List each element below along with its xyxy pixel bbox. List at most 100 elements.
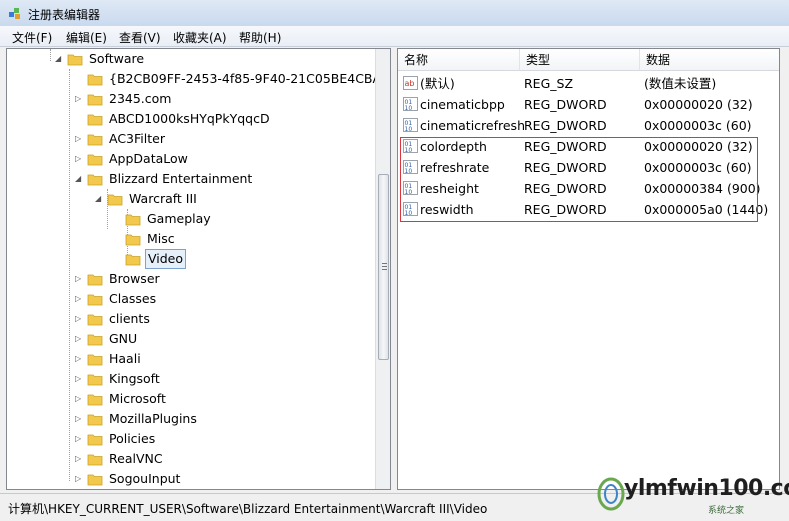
highlight-annotation-box <box>400 137 758 222</box>
value-row[interactable]: 01 10 cinematicrefresh REG_DWORD 0x0000003c … <box>398 115 778 136</box>
collapsed-arrow-icon[interactable]: ▷ <box>75 449 85 469</box>
menu-bar: 文件(F) 编辑(E) 查看(V) 收藏夹(A) 帮助(H) <box>0 26 789 47</box>
tree-item-label: Warcraft III <box>129 191 197 206</box>
value-row[interactable]: ab (默认) REG_SZ (数值未设置) <box>398 73 778 94</box>
value-type: REG_SZ <box>524 76 574 91</box>
collapsed-arrow-icon[interactable]: ▷ <box>75 329 85 349</box>
folder-icon <box>107 194 123 206</box>
tree-item-label: {B2CB09FF-2453-4f85-9F40-21C05BE4CBA8} <box>109 71 391 86</box>
tree-item-label: Microsoft <box>109 391 166 406</box>
tree-item-label: AppDataLow <box>109 151 188 166</box>
folder-icon <box>87 454 103 466</box>
value-row[interactable]: 01 10 cinematicbpp REG_DWORD 0x00000020 (32) <box>398 94 778 115</box>
value-name: (默认) <box>420 76 455 91</box>
tree-item-label: GNU <box>109 331 138 346</box>
svg-text:10: 10 <box>405 126 413 132</box>
tree-scrollbar[interactable] <box>375 49 390 489</box>
collapsed-arrow-icon[interactable]: ▷ <box>75 389 85 409</box>
collapsed-arrow-icon[interactable]: ▷ <box>75 129 85 149</box>
tree-item-label: clients <box>109 311 150 326</box>
tree-item-label: Video <box>145 249 187 269</box>
tree-item-label: Classes <box>109 291 157 306</box>
watermark-text: ylmfwin100.com <box>624 476 789 501</box>
value-data: 0x0000003c (60) <box>644 118 752 133</box>
folder-icon <box>87 114 103 126</box>
column-header-data[interactable]: 数据 <box>640 49 779 71</box>
string-value-icon: ab <box>403 76 418 90</box>
collapsed-arrow-icon[interactable]: ▷ <box>75 269 85 289</box>
registry-tree-pane[interactable]: ◢ Software {B2CB09FF-2453-4f85-9F40-21C0… <box>6 48 391 490</box>
tree-connector <box>50 49 51 61</box>
menu-edit[interactable]: 编辑(E) <box>66 29 107 46</box>
watermark-logo: ylmfwin100.com 系统之家 <box>596 470 789 518</box>
watermark-swirl-icon <box>597 477 625 511</box>
folder-icon <box>87 414 103 426</box>
collapsed-arrow-icon[interactable]: ▷ <box>75 409 85 429</box>
svg-text:ab: ab <box>405 79 415 88</box>
tree-item-label: SogouInput <box>109 471 181 486</box>
collapsed-arrow-icon[interactable]: ▷ <box>75 309 85 329</box>
collapsed-arrow-icon[interactable]: ▷ <box>75 469 85 489</box>
value-name: cinematicbpp <box>420 97 505 112</box>
collapsed-arrow-icon[interactable]: ▷ <box>75 429 85 449</box>
collapsed-arrow-icon[interactable]: ▷ <box>75 89 85 109</box>
window-title: 注册表编辑器 <box>28 8 101 22</box>
value-data: 0x00000020 (32) <box>644 97 753 112</box>
folder-icon <box>125 254 141 266</box>
folder-icon <box>87 134 103 146</box>
folder-icon <box>67 54 83 66</box>
folder-icon <box>87 374 103 386</box>
folder-icon <box>87 94 103 106</box>
binary-value-icon: 0110 <box>403 97 418 111</box>
tree-item-label: Policies <box>109 431 156 446</box>
folder-icon <box>125 214 141 226</box>
tree-item-label: Browser <box>109 271 160 286</box>
folder-icon <box>87 294 103 306</box>
regedit-app-icon <box>9 8 20 19</box>
folder-icon <box>87 334 103 346</box>
tree-item-label: ABCD1000ksHYqPkYqqcD <box>109 111 270 126</box>
registry-values-pane[interactable]: 名称 类型 数据 ab (默认) REG_SZ (数值未设置) 01 10 cinemati… <box>397 48 780 490</box>
value-name: cinematicrefresh <box>420 118 525 133</box>
scrollbar-thumb[interactable] <box>378 174 389 360</box>
folder-icon <box>87 394 103 406</box>
expanded-arrow-icon[interactable]: ◢ <box>75 169 85 189</box>
folder-icon <box>125 234 141 246</box>
folder-icon <box>87 174 103 186</box>
collapsed-arrow-icon[interactable]: ▷ <box>75 289 85 309</box>
tree-connector <box>69 69 70 481</box>
tree-item-label: AC3Filter <box>109 131 165 146</box>
value-data: (数值未设置) <box>644 76 717 91</box>
tree-item-label: 2345.com <box>109 91 172 106</box>
folder-icon <box>87 154 103 166</box>
folder-icon <box>87 274 103 286</box>
menu-view[interactable]: 查看(V) <box>119 29 161 46</box>
folder-icon <box>87 314 103 326</box>
tree-item-label: Gameplay <box>147 211 211 226</box>
tree-item-label: Haali <box>109 351 141 366</box>
folder-icon <box>87 354 103 366</box>
tree-item-label: Misc <box>147 231 175 246</box>
folder-icon <box>87 474 103 486</box>
collapsed-arrow-icon[interactable]: ▷ <box>75 149 85 169</box>
column-header-type[interactable]: 类型 <box>520 49 640 71</box>
watermark-subtext: 系统之家 <box>708 506 745 516</box>
title-bar: 注册表编辑器 <box>0 0 789 26</box>
menu-favorites[interactable]: 收藏夹(A) <box>173 29 227 46</box>
collapsed-arrow-icon[interactable]: ▷ <box>75 369 85 389</box>
tree-item-label: Blizzard Entertainment <box>109 171 253 186</box>
svg-text:10: 10 <box>405 105 413 111</box>
menu-help[interactable]: 帮助(H) <box>239 29 281 46</box>
tree-item-label: MozillaPlugins <box>109 411 197 426</box>
tree-item-label: Kingsoft <box>109 371 160 386</box>
binary-value-icon: 0110 <box>403 118 418 132</box>
tree-item-label: RealVNC <box>109 451 163 466</box>
menu-file[interactable]: 文件(F) <box>12 29 52 46</box>
value-type: REG_DWORD <box>524 97 607 112</box>
collapsed-arrow-icon[interactable]: ▷ <box>75 349 85 369</box>
column-header-name[interactable]: 名称 <box>398 49 520 71</box>
expanded-arrow-icon[interactable]: ◢ <box>95 189 105 209</box>
tree-item-label: Software <box>89 51 145 66</box>
status-path: 计算机\HKEY_CURRENT_USER\Software\Blizzard … <box>8 502 488 516</box>
expanded-arrow-icon[interactable]: ◢ <box>55 49 65 69</box>
